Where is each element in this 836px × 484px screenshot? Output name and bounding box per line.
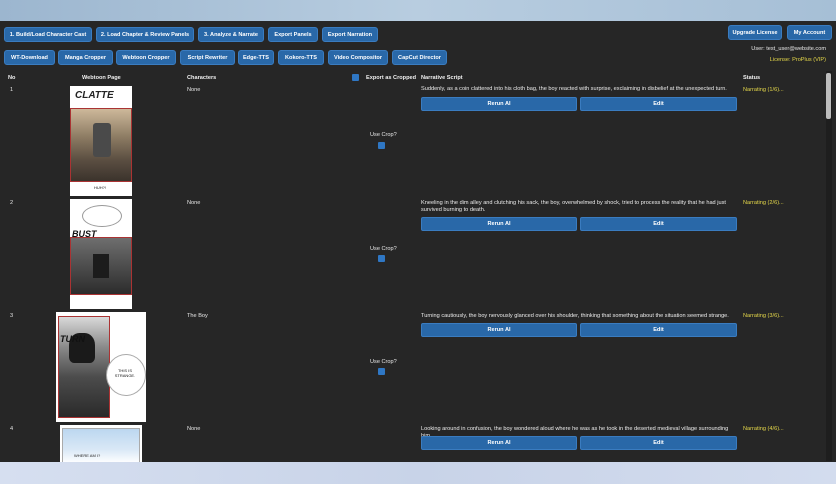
upgrade-license-button[interactable]: Upgrade License <box>728 25 782 40</box>
status-text: Narrating (1/6)... <box>743 87 784 93</box>
edit-button[interactable]: Edit <box>580 97 737 111</box>
video-compositor-button[interactable]: Video Compositor <box>328 50 388 65</box>
edge-tts-button[interactable]: Edge-TTS <box>238 50 274 65</box>
header-webtoon-page: Webtoon Page <box>82 75 121 81</box>
webtoon-page-thumbnail[interactable]: TURN THIS IS STRANGE. <box>56 312 146 422</box>
webtoon-cropper-button[interactable]: Webtoon Cropper <box>116 50 176 65</box>
panel-caption: THIS IS STRANGE. <box>114 368 136 378</box>
webtoon-page-thumbnail[interactable]: BUST <box>70 199 132 309</box>
script-rewriter-button[interactable]: Script Rewriter <box>180 50 235 65</box>
header-narrative-script: Narrative Script <box>421 75 463 81</box>
status-text: Narrating (3/6)... <box>743 313 784 319</box>
panel-caption: WHERE AM I? <box>74 453 101 458</box>
load-chapter-button[interactable]: 2. Load Chapter & Review Panels <box>96 27 194 42</box>
webtoon-page-thumbnail[interactable]: CLATTE HUH?! <box>70 86 132 196</box>
edit-button[interactable]: Edit <box>580 323 737 337</box>
header-export-cropped: Export as Cropped <box>366 75 417 81</box>
panel-image <box>70 108 132 182</box>
row-number: 4 <box>10 426 14 432</box>
analyze-narrate-button[interactable]: 3. Analyze & Narrate <box>198 27 264 42</box>
sfx-text: CLATTE <box>75 90 114 101</box>
manga-cropper-button[interactable]: Manga Cropper <box>58 50 113 65</box>
capcut-director-button[interactable]: CapCut Director <box>392 50 447 65</box>
kokoro-tts-button[interactable]: Kokoro-TTS <box>278 50 324 65</box>
desktop-background-top <box>0 0 836 21</box>
my-account-button[interactable]: My Account <box>787 25 832 40</box>
rerun-ai-button[interactable]: Rerun AI <box>421 97 577 111</box>
use-crop-checkbox[interactable] <box>378 255 385 262</box>
characters-cell: The Boy <box>187 313 208 319</box>
row-number: 1 <box>10 87 14 93</box>
scrollbar-thumb[interactable] <box>826 73 831 119</box>
characters-cell: None <box>187 200 201 206</box>
license-status: License: ProPlus (VIP) <box>769 57 826 63</box>
row-number: 3 <box>10 313 14 319</box>
status-text: Narrating (2/6)... <box>743 200 784 206</box>
export-panels-button[interactable]: Export Panels <box>268 27 318 42</box>
vertical-scrollbar[interactable] <box>826 71 832 461</box>
narrative-script: Turning cautiously, the boy nervously gl… <box>421 313 729 319</box>
panel-caption: HUH?! <box>94 185 107 190</box>
export-narration-button[interactable]: Export Narration <box>322 27 378 42</box>
row-number: 2 <box>10 200 14 206</box>
narrative-script: Suddenly, as a coin clattered into his c… <box>421 86 727 92</box>
use-crop-checkbox[interactable] <box>378 142 385 149</box>
narrative-script: Kneeling in the dim alley and clutching … <box>421 200 726 214</box>
header-status: Status <box>743 75 761 81</box>
user-email: User: test_user@website.com <box>751 46 826 52</box>
header-characters: Characters <box>187 75 217 81</box>
header-no: No <box>8 75 16 81</box>
rerun-ai-button[interactable]: Rerun AI <box>421 323 577 337</box>
app-window: 1. Build/Load Character Cast 2. Load Cha… <box>0 21 836 462</box>
rerun-ai-button[interactable]: Rerun AI <box>421 217 577 231</box>
edit-button[interactable]: Edit <box>580 436 737 450</box>
wt-download-button[interactable]: WT-Download <box>4 50 55 65</box>
use-crop-label: Use Crop? <box>370 132 397 138</box>
characters-cell: None <box>187 87 201 93</box>
desktop-background-bottom <box>0 462 836 484</box>
build-cast-button[interactable]: 1. Build/Load Character Cast <box>4 27 92 42</box>
edit-button[interactable]: Edit <box>580 217 737 231</box>
panel-image <box>58 316 110 418</box>
export-all-checkbox[interactable] <box>352 74 359 81</box>
webtoon-page-thumbnail[interactable]: WHERE AM I? <box>60 425 142 462</box>
characters-cell: None <box>187 426 201 432</box>
use-crop-checkbox[interactable] <box>378 368 385 375</box>
use-crop-label: Use Crop? <box>370 359 397 365</box>
rerun-ai-button[interactable]: Rerun AI <box>421 436 577 450</box>
sfx-text: TURN <box>60 334 85 344</box>
panel-image <box>70 237 132 295</box>
use-crop-label: Use Crop? <box>370 246 397 252</box>
status-text: Narrating (4/6)... <box>743 426 784 432</box>
